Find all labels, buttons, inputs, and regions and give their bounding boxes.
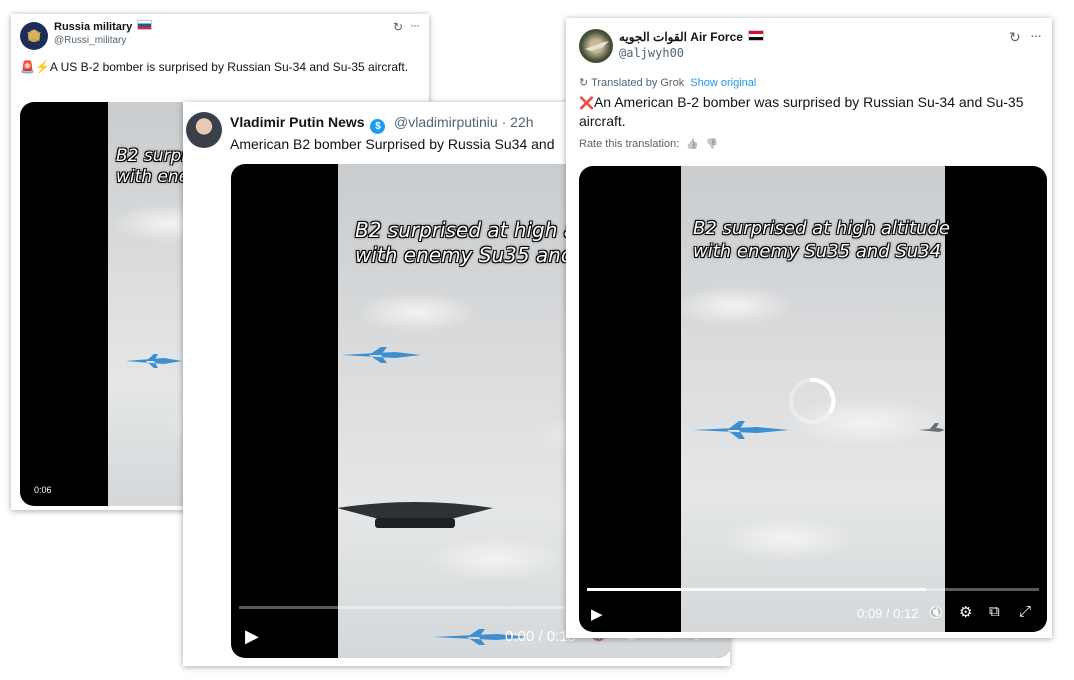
jet-emblem-icon <box>585 41 609 51</box>
tweet-card-air-force: القوات الجويه Air Force @aljwyh00 ↻ ··· … <box>566 18 1052 638</box>
fighter-jet-icon <box>126 354 182 368</box>
fighter-jet-icon <box>919 423 945 432</box>
video-caption: B2 surpri with ene <box>116 146 194 188</box>
video-caption: B2 surprised at high altitude with enemy… <box>693 218 950 262</box>
video-player[interactable]: B2 surprised at high altitude with enemy… <box>579 166 1047 632</box>
b2-bomber-icon <box>337 502 493 528</box>
thumbs-down-icon[interactable]: 👎 <box>706 139 718 150</box>
more-options-icon[interactable]: ··· <box>1030 27 1042 43</box>
loading-spinner-icon <box>789 377 836 424</box>
fighter-jet-icon <box>341 347 421 363</box>
video-timestamp: 0:06 <box>34 485 52 495</box>
video-progress-bar[interactable] <box>587 588 1039 591</box>
username-and-time[interactable]: @vladimirputiniu · 22h <box>394 114 534 130</box>
avatar[interactable] <box>20 22 48 50</box>
translation-notice: ↻ Translated by Grok Show original <box>579 77 757 89</box>
display-name[interactable]: القوات الجويه Air Force <box>619 30 765 44</box>
avatar[interactable] <box>186 112 222 148</box>
russia-flag-icon <box>137 20 153 30</box>
cross-mark-emoji: ❌ <box>579 96 594 110</box>
display-name[interactable]: Russia military <box>54 20 153 33</box>
sudan-flag-icon <box>748 30 765 41</box>
grok-icon[interactable]: ↻ <box>1009 29 1021 46</box>
picture-in-picture-icon[interactable]: ⧉ <box>989 603 1000 620</box>
avatar[interactable] <box>579 29 613 63</box>
tweet-text: 🚨⚡A US B-2 bomber is surprised by Russia… <box>20 60 409 74</box>
fullscreen-icon[interactable]: ⤢ <box>1019 603 1031 620</box>
more-options-icon[interactable]: ··· <box>410 18 420 32</box>
alert-emoji: 🚨⚡ <box>20 60 50 74</box>
mute-icon[interactable]: 🔇 <box>929 606 943 619</box>
username[interactable]: @Russi_military <box>54 35 126 46</box>
play-icon[interactable]: ▶ <box>245 626 259 647</box>
tweet-text: ❌An American B-2 bomber was surprised by… <box>579 94 1024 129</box>
video-timestamp: 0:09 / 0:12 <box>857 606 919 621</box>
verified-badge-icon: $ <box>370 119 386 134</box>
thumbs-up-icon[interactable]: 👍 <box>686 139 698 150</box>
video-progress-fill <box>587 588 926 591</box>
eagle-emblem-icon <box>27 29 41 41</box>
grok-icon: ↻ <box>579 77 589 89</box>
username[interactable]: @aljwyh00 <box>619 46 684 60</box>
fighter-jet-icon <box>693 421 789 439</box>
settings-icon[interactable]: ⚙ <box>959 603 972 621</box>
play-icon[interactable]: ▶ <box>591 605 603 623</box>
rate-translation: Rate this translation: 👍 👎 <box>579 138 719 150</box>
display-name[interactable]: Vladimir Putin News $ <box>230 114 386 134</box>
show-original-link[interactable]: Show original <box>690 77 756 89</box>
grok-icon[interactable]: ↻ <box>393 20 403 34</box>
